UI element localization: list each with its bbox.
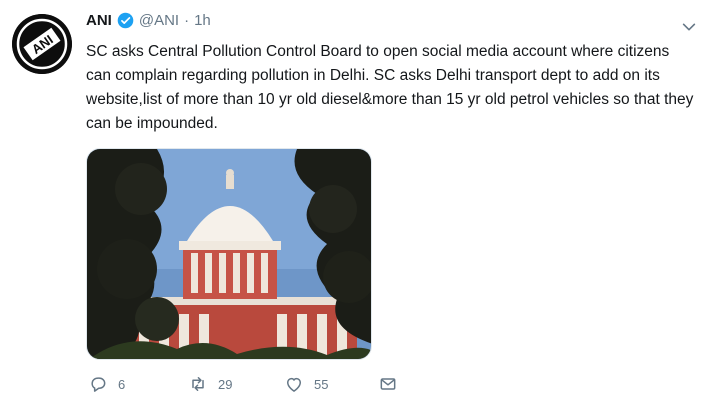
author-name[interactable]: ANI (86, 12, 112, 29)
tweet-header: ANI @ANI · 1h (86, 12, 211, 29)
like-button[interactable]: 55 (284, 374, 328, 394)
retweet-count: 29 (218, 376, 233, 392)
tweet-text: SC asks Central Pollution Control Board … (86, 43, 694, 132)
direct-message-button[interactable] (378, 374, 398, 394)
retweet-button[interactable]: 29 (188, 374, 232, 394)
tweet-media-photo[interactable] (86, 148, 372, 360)
retweet-icon (192, 377, 204, 391)
author-handle[interactable]: @ANI (139, 12, 179, 29)
reply-count: 6 (118, 376, 126, 392)
header-separator: · (184, 12, 190, 29)
envelope-icon (380, 378, 396, 390)
tweet-actions: 6 29 55 (86, 374, 446, 396)
verified-badge-icon (117, 12, 134, 29)
avatar[interactable]: ANI (12, 14, 72, 74)
reply-button[interactable]: 6 (88, 374, 125, 394)
chevron-down-icon[interactable] (680, 18, 698, 36)
tweet-timestamp[interactable]: 1h (194, 12, 211, 29)
ani-logo-icon: ANI (12, 14, 72, 74)
supreme-court-photo-image (87, 149, 371, 359)
like-count: 55 (314, 376, 329, 392)
heart-icon (287, 377, 301, 392)
tweet-card[interactable]: ANI ANI @ANI · 1h SC asks Central Pollut… (0, 0, 720, 400)
reply-icon (91, 377, 106, 392)
